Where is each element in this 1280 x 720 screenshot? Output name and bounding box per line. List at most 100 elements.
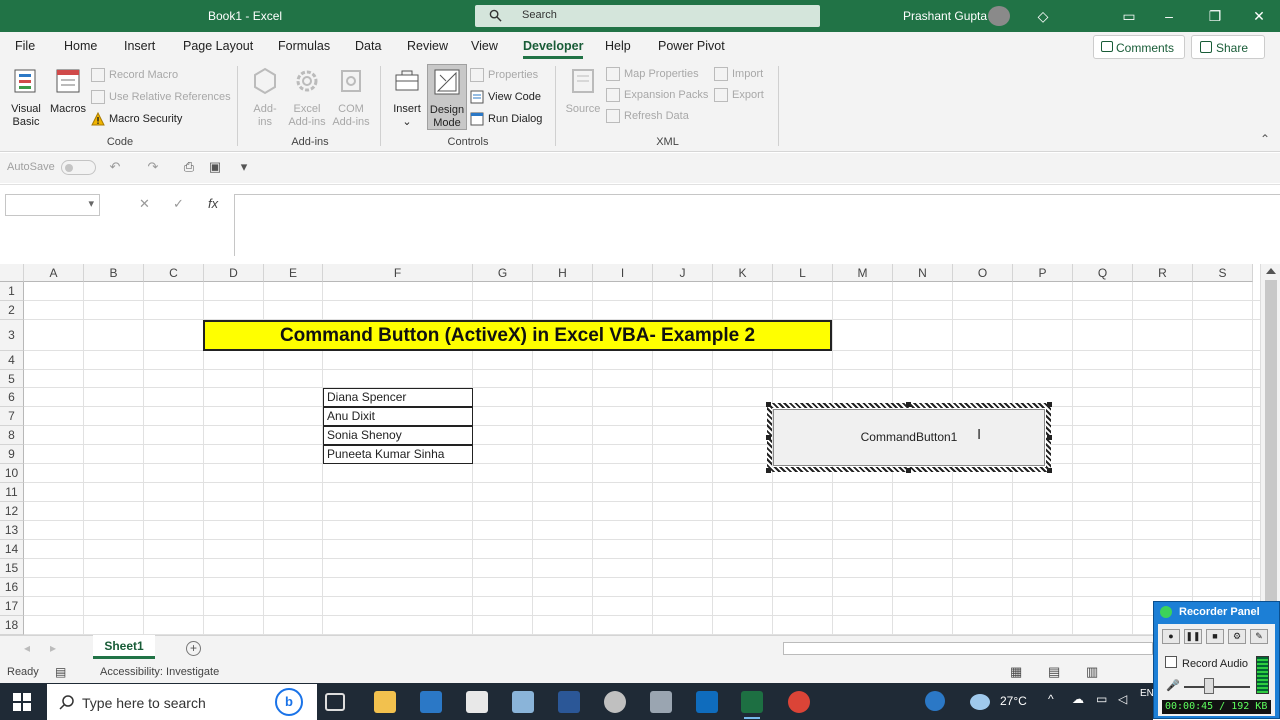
close-icon[interactable]: ✕ [1250, 7, 1268, 25]
tab-help[interactable]: Help [605, 39, 631, 53]
user-name[interactable]: Prashant Gupta [903, 9, 987, 23]
settings-icon[interactable]: ⚙ [1228, 629, 1246, 644]
relative-references-button[interactable]: Use Relative References [91, 89, 231, 105]
volume-slider[interactable] [1184, 686, 1250, 688]
com-add-ins-button[interactable]: COM Add-ins [329, 66, 373, 129]
diamond-icon[interactable]: ◇ [1034, 7, 1052, 25]
record-icon[interactable]: ● [1162, 629, 1180, 644]
row-header[interactable]: 18 [0, 616, 24, 635]
row-header[interactable]: 13 [0, 521, 24, 540]
formula-input[interactable] [234, 194, 1280, 256]
outlook-icon[interactable] [696, 691, 718, 713]
tab-developer[interactable]: Developer [523, 39, 584, 59]
tab-power-pivot[interactable]: Power Pivot [658, 39, 725, 53]
page-break-view-icon[interactable]: ▥ [1086, 664, 1098, 680]
chrome-icon[interactable] [788, 691, 810, 713]
source-button[interactable]: Source [563, 66, 603, 116]
tab-page-layout[interactable]: Page Layout [183, 39, 253, 53]
volume-icon[interactable]: ◁ [1118, 692, 1127, 706]
column-header[interactable]: O [953, 264, 1013, 282]
resize-handle[interactable] [1047, 468, 1052, 473]
expansion-packs-button[interactable]: Expansion Packs [606, 87, 708, 103]
dropbox-icon[interactable] [466, 691, 488, 713]
tab-insert[interactable]: Insert [124, 39, 155, 53]
excel-taskbar-icon[interactable] [741, 691, 763, 719]
row-header[interactable]: 4 [0, 351, 24, 370]
tab-home[interactable]: Home [64, 39, 97, 53]
worksheet-grid[interactable]: ABCDEFGHIJKLMNOPQRS 1 2 3 4 5 6 7 8 9 10 11 12 13 14 1… [0, 264, 1260, 635]
tab-view[interactable]: View [471, 39, 498, 53]
function-icon[interactable]: fx [208, 196, 218, 211]
row-header[interactable]: 16 [0, 578, 24, 597]
scroll-up-icon[interactable] [1266, 268, 1276, 274]
redo-icon[interactable]: ↷ [146, 160, 160, 174]
column-header[interactable]: G [473, 264, 533, 282]
name-cell[interactable]: Puneeta Kumar Sinha [323, 445, 473, 464]
normal-view-icon[interactable]: ▦ [1010, 664, 1022, 680]
row-header[interactable]: 10 [0, 464, 24, 483]
store-icon[interactable] [420, 691, 442, 713]
record-audio-checkbox[interactable]: Record Audio [1165, 656, 1248, 670]
file-explorer-icon[interactable] [374, 691, 396, 713]
resize-handle[interactable] [766, 468, 771, 473]
row-header[interactable]: 7 [0, 407, 24, 426]
comments-button[interactable]: Comments [1093, 35, 1185, 59]
row-header[interactable]: 14 [0, 540, 24, 559]
macros-button[interactable]: Macros [48, 66, 88, 116]
cancel-icon[interactable]: ✕ [139, 196, 150, 212]
name-cell[interactable]: Sonia Shenoy [323, 426, 473, 445]
row-header[interactable]: 8 [0, 426, 24, 445]
resize-handle[interactable] [906, 468, 911, 473]
column-header[interactable]: Q [1073, 264, 1133, 282]
column-header[interactable]: C [144, 264, 204, 282]
minimize-icon[interactable]: – [1160, 7, 1178, 25]
task-view-icon[interactable] [325, 693, 345, 711]
column-header[interactable]: D [204, 264, 264, 282]
resize-handle[interactable] [766, 435, 771, 440]
undo-icon[interactable]: ↶ [108, 160, 122, 174]
row-header[interactable]: 17 [0, 597, 24, 616]
row-header[interactable]: 12 [0, 502, 24, 521]
column-header[interactable]: L [773, 264, 833, 282]
name-cell[interactable]: Diana Spencer [323, 388, 473, 407]
temperature[interactable]: 27°C [1000, 694, 1027, 708]
visual-basic-button[interactable]: Visual Basic [6, 66, 46, 129]
column-header[interactable]: N [893, 264, 953, 282]
collapse-ribbon-icon[interactable]: ⌃ [1260, 132, 1270, 146]
volume-slider-knob[interactable] [1204, 678, 1214, 694]
ribbon-display-icon[interactable]: ▭ [1120, 7, 1138, 25]
record-macro-button[interactable]: Record Macro [91, 67, 178, 83]
add-ins-button[interactable]: Add-ins [247, 66, 283, 129]
tab-data[interactable]: Data [355, 39, 381, 53]
add-sheet-icon[interactable]: + [186, 641, 201, 656]
customize-qat-icon[interactable]: ▾ [237, 160, 251, 174]
row-header[interactable]: 2 [0, 301, 24, 320]
row-header[interactable]: 6 [0, 388, 24, 407]
name-cell[interactable]: Anu Dixit [323, 407, 473, 426]
resize-handle[interactable] [906, 402, 911, 407]
column-header[interactable]: F [323, 264, 473, 282]
tab-formulas[interactable]: Formulas [278, 39, 330, 53]
name-box[interactable] [5, 194, 100, 216]
vertical-scrollbar[interactable] [1260, 264, 1280, 635]
column-header[interactable]: J [653, 264, 713, 282]
share-button[interactable]: Share [1191, 35, 1265, 59]
row-header[interactable]: 15 [0, 559, 24, 578]
network-icon[interactable]: ▭ [1096, 692, 1107, 706]
row-header[interactable]: 3 [0, 320, 24, 351]
column-header[interactable]: E [264, 264, 323, 282]
column-header[interactable]: H [533, 264, 593, 282]
macro-recording-icon[interactable]: ▤ [55, 665, 66, 679]
prev-sheet-icon[interactable]: ◂ [24, 641, 30, 655]
column-header[interactable]: M [833, 264, 893, 282]
cloud-icon[interactable]: ☁ [1072, 692, 1084, 706]
import-button[interactable]: Import [714, 66, 763, 82]
horizontal-scrollbar[interactable] [783, 642, 1153, 655]
pen-icon[interactable]: ✎ [1250, 629, 1268, 644]
resize-handle[interactable] [766, 402, 771, 407]
print-preview-icon[interactable]: ⎙ [182, 160, 196, 174]
row-header[interactable]: 9 [0, 445, 24, 464]
sheet-tab[interactable]: Sheet1 [93, 635, 155, 659]
help-icon[interactable] [925, 691, 945, 711]
tab-review[interactable]: Review [407, 39, 448, 53]
